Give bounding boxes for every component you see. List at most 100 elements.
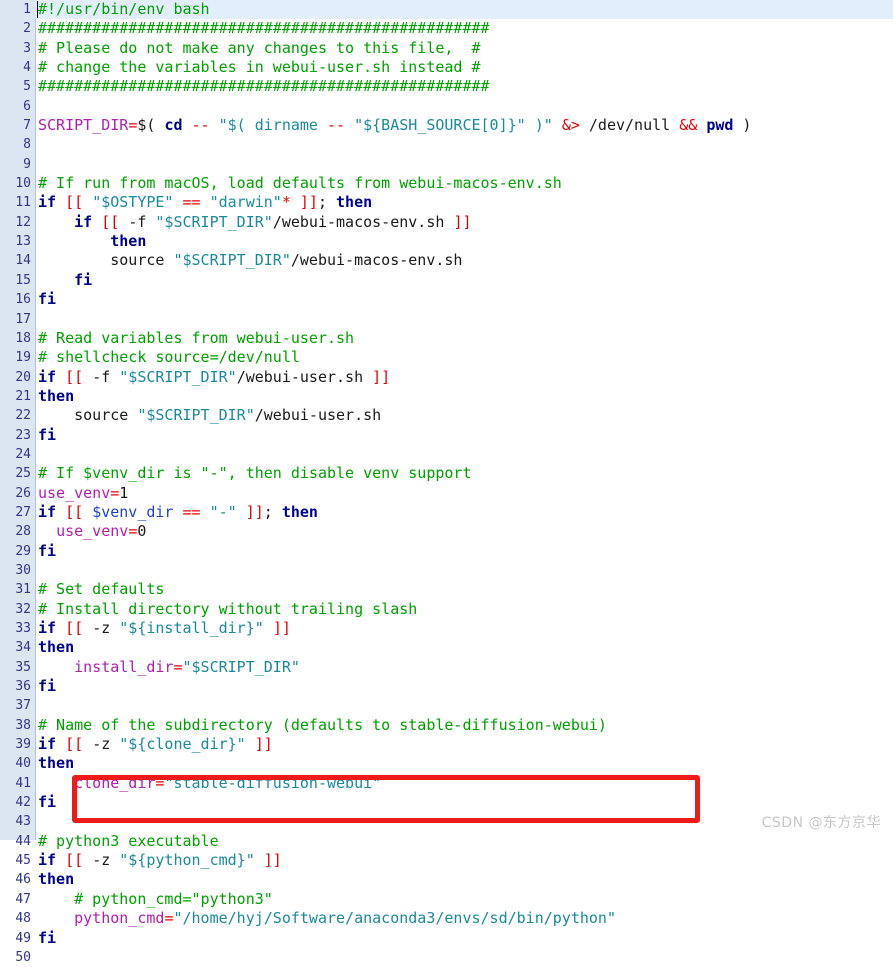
code-text[interactable]: ########################################…: [36, 19, 490, 38]
code-text[interactable]: then: [36, 870, 74, 889]
code-text[interactable]: fi: [36, 426, 56, 445]
code-line[interactable]: 4 # change the variables in webui-user.sh…: [0, 58, 893, 77]
code-text[interactable]: source "$SCRIPT_DIR"/webui-user.sh: [36, 406, 381, 425]
code-line[interactable]: 7 SCRIPT_DIR=$( cd -- "$( dirname -- "${B…: [0, 116, 893, 135]
code-text[interactable]: if [[ "$OSTYPE" == "darwin"* ]]; then: [36, 193, 372, 212]
code-line[interactable]: 29 fi: [0, 542, 893, 561]
code-line[interactable]: 18 # Read variables from webui-user.sh: [0, 329, 893, 348]
code-text[interactable]: fi: [36, 677, 56, 696]
code-line[interactable]: 1 #!/usr/bin/env bash: [0, 0, 893, 20]
code-token: =: [110, 483, 120, 502]
code-text[interactable]: if [[ -f "$SCRIPT_DIR"/webui-macos-env.s…: [36, 213, 471, 232]
code-text[interactable]: # change the variables in webui-user.sh …: [36, 58, 481, 77]
code-token: # change the variables in webui-user.sh …: [38, 58, 481, 77]
code-line[interactable]: 50: [0, 948, 893, 967]
code-text[interactable]: then: [36, 387, 74, 406]
code-text[interactable]: #!/usr/bin/env bash: [36, 0, 210, 19]
code-text[interactable]: use_venv=0: [36, 522, 146, 541]
code-line[interactable]: 44 # python3 executable: [0, 832, 893, 851]
code-line[interactable]: 2 #######################################…: [0, 19, 893, 38]
code-text[interactable]: fi: [36, 929, 56, 948]
code-text[interactable]: if [[ -z "${clone_dir}" ]]: [36, 735, 273, 754]
code-line[interactable]: 8: [0, 135, 893, 154]
code-line[interactable]: 9: [0, 155, 893, 174]
code-text[interactable]: fi: [36, 542, 56, 561]
code-line[interactable]: 15 fi: [0, 271, 893, 290]
code-text[interactable]: if [[ -f "$SCRIPT_DIR"/webui-user.sh ]]: [36, 368, 390, 387]
code-text[interactable]: if [[ -z "${python_cmd}" ]]: [36, 851, 282, 870]
code-line[interactable]: 46 then: [0, 870, 893, 889]
code-text[interactable]: # Set defaults: [36, 580, 164, 599]
code-text[interactable]: # If $venv_dir is "-", then disable venv…: [36, 464, 471, 483]
code-line[interactable]: 40 then: [0, 754, 893, 773]
code-text[interactable]: # python_cmd="python3": [36, 890, 273, 909]
code-token: &>: [561, 116, 580, 135]
code-line[interactable]: 26 use_venv=1: [0, 484, 893, 503]
code-line[interactable]: 47 # python_cmd="python3": [0, 890, 893, 909]
code-line[interactable]: 20 if [[ -f "$SCRIPT_DIR"/webui-user.sh ]…: [0, 368, 893, 387]
code-text[interactable]: # Please do not make any changes to this…: [36, 39, 481, 58]
code-line[interactable]: 17: [0, 310, 893, 329]
code-line[interactable]: 36 fi: [0, 677, 893, 696]
code-text[interactable]: source "$SCRIPT_DIR"/webui-macos-env.sh: [36, 251, 462, 270]
code-line[interactable]: 38 # Name of the subdirectory (defaults t…: [0, 716, 893, 735]
code-line[interactable]: 19 # shellcheck source=/dev/null: [0, 348, 893, 367]
code-line[interactable]: 23 fi: [0, 426, 893, 445]
code-line[interactable]: 28 use_venv=0: [0, 522, 893, 541]
code-text[interactable]: # Read variables from webui-user.sh: [36, 329, 354, 348]
code-line[interactable]: 10 # If run from macOS, load defaults fro…: [0, 174, 893, 193]
code-line[interactable]: 12 if [[ -f "$SCRIPT_DIR"/webui-macos-en…: [0, 213, 893, 232]
code-lines-container[interactable]: 1 #!/usr/bin/env bash 2 ###################…: [0, 0, 893, 967]
code-line[interactable]: 45 if [[ -z "${python_cmd}" ]]: [0, 851, 893, 870]
code-line[interactable]: 31 # Set defaults: [0, 580, 893, 599]
code-line[interactable]: 3 # Please do not make any changes to thi…: [0, 39, 893, 58]
code-line[interactable]: 25 # If $venv_dir is "-", then disable ve…: [0, 464, 893, 483]
code-text[interactable]: fi: [36, 271, 92, 290]
code-line[interactable]: 34 then: [0, 638, 893, 657]
code-text[interactable]: if [[ -z "${install_dir}" ]]: [36, 619, 291, 638]
code-text[interactable]: if [[ $venv_dir == "-" ]]; then: [36, 503, 318, 522]
code-text[interactable]: then: [36, 638, 74, 657]
code-line[interactable]: 6: [0, 97, 893, 116]
code-line[interactable]: 39 if [[ -z "${clone_dir}" ]]: [0, 735, 893, 754]
code-line[interactable]: 37: [0, 696, 893, 715]
code-line[interactable]: 27 if [[ $venv_dir == "-" ]]; then: [0, 503, 893, 522]
code-text[interactable]: python_cmd="/home/hyj/Software/anaconda3…: [36, 909, 616, 928]
code-text[interactable]: # Name of the subdirectory (defaults to …: [36, 716, 607, 735]
code-line[interactable]: 32 # Install directory without trailing s…: [0, 600, 893, 619]
code-line[interactable]: 35 install_dir="$SCRIPT_DIR": [0, 658, 893, 677]
code-line[interactable]: 5 #######################################…: [0, 77, 893, 96]
code-line[interactable]: 13 then: [0, 232, 893, 251]
code-text[interactable]: # If run from macOS, load defaults from …: [36, 174, 562, 193]
code-text[interactable]: # Install directory without trailing sla…: [36, 600, 417, 619]
code-text[interactable]: # python3 executable: [36, 832, 219, 851]
code-text[interactable]: fi: [36, 793, 56, 812]
code-text[interactable]: use_venv=1: [36, 484, 128, 503]
code-token: ]]: [299, 193, 318, 212]
code-token: "${BASH_SOURCE[0]}": [354, 116, 526, 135]
code-line[interactable]: 14 source "$SCRIPT_DIR"/webui-macos-env.…: [0, 251, 893, 270]
code-line[interactable]: 21 then: [0, 387, 893, 406]
code-line[interactable]: 49 fi: [0, 929, 893, 948]
code-text[interactable]: SCRIPT_DIR=$( cd -- "$( dirname -- "${BA…: [36, 116, 751, 135]
code-text[interactable]: install_dir="$SCRIPT_DIR": [36, 658, 300, 677]
code-line[interactable]: 41 clone_dir="stable-diffusion-webui": [0, 774, 893, 793]
code-line[interactable]: 42 fi: [0, 793, 893, 812]
code-text[interactable]: then: [36, 232, 146, 251]
code-line[interactable]: 48 python_cmd="/home/hyj/Software/anacon…: [0, 909, 893, 928]
code-text[interactable]: fi: [36, 290, 56, 309]
code-line[interactable]: 33 if [[ -z "${install_dir}" ]]: [0, 619, 893, 638]
code-line[interactable]: 24: [0, 445, 893, 464]
code-line[interactable]: 16 fi: [0, 290, 893, 309]
code-line[interactable]: 43: [0, 812, 893, 831]
code-line[interactable]: 22 source "$SCRIPT_DIR"/webui-user.sh: [0, 406, 893, 425]
code-line[interactable]: 11 if [[ "$OSTYPE" == "darwin"* ]]; then: [0, 193, 893, 212]
code-text[interactable]: clone_dir="stable-diffusion-webui": [36, 774, 381, 793]
code-text[interactable]: # shellcheck source=/dev/null: [36, 348, 300, 367]
code-line[interactable]: 30: [0, 561, 893, 580]
code-text[interactable]: ########################################…: [36, 77, 490, 96]
code-text[interactable]: then: [36, 754, 74, 773]
line-number: 6: [23, 98, 31, 114]
code-editor[interactable]: 1 #!/usr/bin/env bash 2 ###################…: [0, 0, 893, 965]
